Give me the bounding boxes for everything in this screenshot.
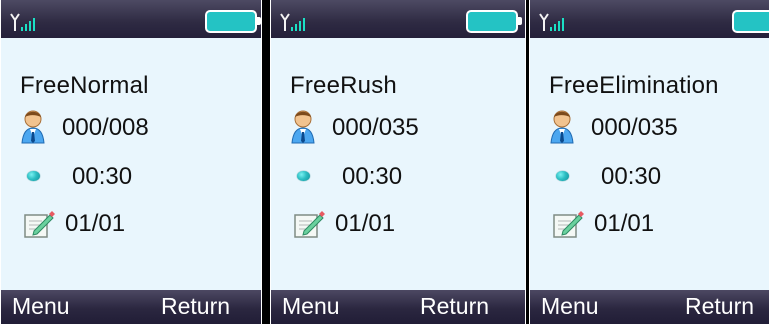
- return-button[interactable]: Return: [161, 295, 230, 318]
- dot-icon: [297, 171, 310, 181]
- round-row: 01/01: [289, 206, 499, 240]
- timer-value: 00:30: [601, 163, 662, 190]
- screen-content: FreeNormal 000/008 00:30 01/01: [1, 38, 261, 290]
- status-bar: [271, 0, 525, 38]
- timer-row: 00:30: [548, 159, 758, 193]
- user-icon: [550, 110, 574, 144]
- edit-icon: [553, 211, 584, 238]
- player-count-row: 000/035: [289, 110, 499, 144]
- softkey-bar: Menu Return: [271, 290, 525, 324]
- phone-screen-free-rush: FreeRush 000/035 00:30 01/01 Menu Return: [270, 0, 526, 324]
- round-value: 01/01: [65, 210, 126, 237]
- edit-icon: [24, 211, 55, 238]
- player-count-value: 000/035: [591, 114, 678, 141]
- triptych-phone-screens: FreeNormal 000/008 00:30 01/01 Menu Retu…: [0, 0, 770, 324]
- user-icon: [291, 110, 315, 144]
- signal-strength-icon: [280, 13, 305, 31]
- player-count-value: 000/008: [62, 114, 149, 141]
- dot-icon: [556, 171, 569, 181]
- battery-icon: [205, 10, 261, 33]
- mode-title: FreeRush: [290, 72, 397, 99]
- edit-icon: [294, 211, 325, 238]
- battery-icon: [466, 10, 522, 33]
- menu-button[interactable]: Menu: [12, 295, 70, 318]
- screen-content: FreeElimination 000/035 00:30 01/01: [530, 38, 769, 290]
- phone-screen-free-normal: FreeNormal 000/008 00:30 01/01 Menu Retu…: [0, 0, 262, 324]
- softkey-bar: Menu Return: [1, 290, 261, 324]
- timer-row: 00:30: [289, 159, 499, 193]
- mode-title: FreeElimination: [549, 72, 719, 99]
- softkey-bar: Menu Return: [530, 290, 769, 324]
- timer-value: 00:30: [72, 163, 133, 190]
- menu-button[interactable]: Menu: [541, 295, 599, 318]
- mode-title: FreeNormal: [20, 72, 149, 99]
- timer-row: 00:30: [19, 159, 229, 193]
- dot-icon: [27, 171, 40, 181]
- round-row: 01/01: [548, 206, 758, 240]
- round-value: 01/01: [594, 210, 655, 237]
- round-value: 01/01: [335, 210, 396, 237]
- signal-strength-icon: [539, 13, 564, 31]
- round-row: 01/01: [19, 206, 229, 240]
- timer-value: 00:30: [342, 163, 403, 190]
- signal-strength-icon: [10, 13, 35, 31]
- status-bar: [530, 0, 769, 38]
- return-button[interactable]: Return: [420, 295, 489, 318]
- player-count-value: 000/035: [332, 114, 419, 141]
- player-count-row: 000/035: [548, 110, 758, 144]
- phone-screen-free-elimination: FreeElimination 000/035 00:30 01/01 Menu…: [529, 0, 770, 324]
- return-button[interactable]: Return: [685, 295, 754, 318]
- status-bar: [1, 0, 261, 38]
- user-icon: [21, 110, 45, 144]
- player-count-row: 000/008: [19, 110, 229, 144]
- menu-button[interactable]: Menu: [282, 295, 340, 318]
- battery-icon: [732, 10, 769, 33]
- screen-content: FreeRush 000/035 00:30 01/01: [271, 38, 525, 290]
